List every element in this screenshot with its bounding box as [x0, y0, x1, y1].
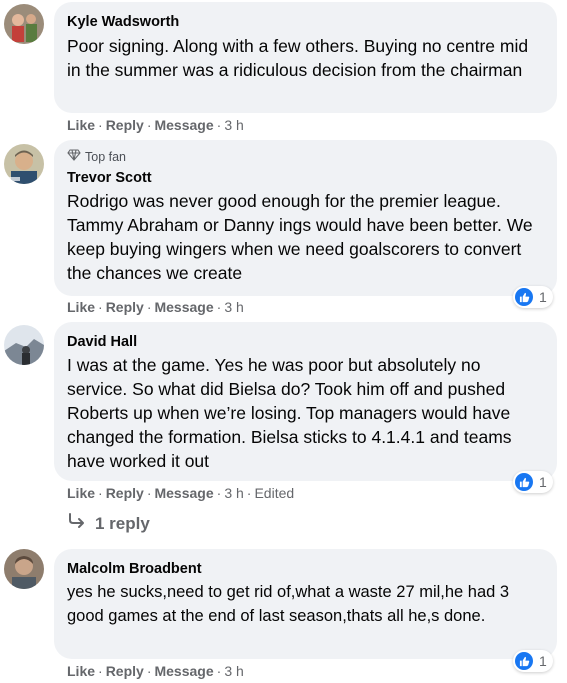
- like-reaction-icon: [515, 288, 533, 306]
- comment-actions: Like · Reply · Message · 3 h · Edited: [67, 485, 295, 501]
- avatar[interactable]: [4, 4, 44, 44]
- reaction-count[interactable]: 1: [513, 471, 553, 493]
- author-name[interactable]: Trevor Scott: [67, 169, 545, 187]
- reaction-number: 1: [539, 653, 547, 669]
- reaction-number: 1: [539, 474, 547, 490]
- comment-bubble: Malcolm Broadbent yes he sucks,need to g…: [54, 549, 557, 659]
- author-name[interactable]: Malcolm Broadbent: [67, 560, 545, 578]
- timestamp[interactable]: 3 h: [224, 485, 243, 501]
- avatar[interactable]: [4, 144, 44, 184]
- badge-label: Top fan: [85, 150, 127, 164]
- like-reaction-icon: [515, 652, 533, 670]
- comment-actions: Like · Reply · Message · 3 h: [67, 299, 244, 315]
- reaction-number: 1: [539, 289, 547, 305]
- replies-count: 1 reply: [95, 513, 150, 533]
- reply-arrow-icon: [67, 513, 87, 534]
- reaction-count[interactable]: 1: [513, 286, 553, 308]
- comment-actions: Like · Reply · Message · 3 h: [67, 663, 244, 679]
- author-name[interactable]: Kyle Wadsworth: [67, 13, 545, 31]
- like-link[interactable]: Like: [67, 663, 95, 679]
- comment-bubble: Kyle Wadsworth Poor signing. Along with …: [54, 2, 557, 113]
- comment-bubble: David Hall I was at the game. Yes he was…: [54, 322, 557, 481]
- comment-text: yes he sucks,need to get rid of,what a w…: [67, 583, 510, 625]
- avatar[interactable]: [4, 549, 44, 589]
- comment-actions: Like · Reply · Message · 3 h: [67, 117, 244, 133]
- message-link[interactable]: Message: [154, 485, 213, 501]
- reply-link[interactable]: Reply: [106, 663, 144, 679]
- edited-label: Edited: [254, 485, 295, 501]
- author-name[interactable]: David Hall: [67, 333, 545, 351]
- comment-text: Rodrigo was never good enough for the pr…: [67, 191, 533, 283]
- comment-text: Poor signing. Along with a few others. B…: [67, 36, 529, 80]
- view-replies-link[interactable]: 1 reply: [67, 513, 150, 534]
- message-link[interactable]: Message: [154, 299, 213, 315]
- comment-text: I was at the game. Yes he was poor but a…: [67, 355, 512, 471]
- reply-link[interactable]: Reply: [106, 485, 144, 501]
- comment-bubble: Top fan Trevor Scott Rodrigo was never g…: [54, 140, 557, 296]
- like-link[interactable]: Like: [67, 299, 95, 315]
- reply-link[interactable]: Reply: [106, 117, 144, 133]
- message-link[interactable]: Message: [154, 663, 213, 679]
- reaction-count[interactable]: 1: [513, 650, 553, 672]
- like-link[interactable]: Like: [67, 117, 95, 133]
- avatar[interactable]: [4, 325, 44, 365]
- top-fan-badge: Top fan: [67, 149, 545, 165]
- timestamp[interactable]: 3 h: [224, 663, 243, 679]
- like-reaction-icon: [515, 473, 533, 491]
- reply-link[interactable]: Reply: [106, 299, 144, 315]
- like-link[interactable]: Like: [67, 485, 95, 501]
- timestamp[interactable]: 3 h: [224, 299, 243, 315]
- message-link[interactable]: Message: [154, 117, 213, 133]
- diamond-icon: [67, 149, 81, 165]
- timestamp[interactable]: 3 h: [224, 117, 243, 133]
